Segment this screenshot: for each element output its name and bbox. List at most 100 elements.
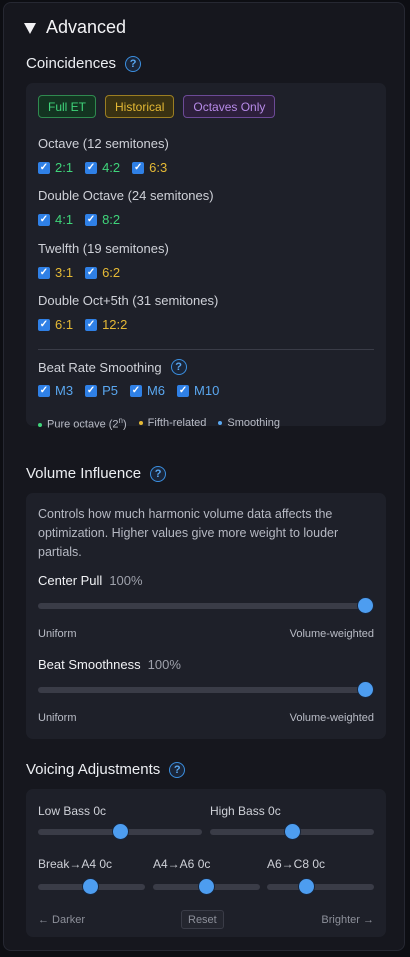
checkmark-icon: ✓	[38, 213, 50, 226]
a6-c8-name: A6→C8	[267, 857, 310, 871]
checkbox-8-2[interactable]: ✓ 8:2	[85, 212, 120, 227]
volume-title: Volume Influence	[26, 465, 142, 482]
break-a4-label: Break→A4 0c	[38, 857, 112, 871]
checkbox-label: 6:2	[102, 265, 121, 280]
checkbox-12-2[interactable]: ✓ 12:2	[85, 317, 127, 332]
beat-smoothness-slider-thumb[interactable]	[357, 681, 374, 698]
beat-rate-label: Beat Rate Smoothing	[38, 359, 162, 375]
checkbox-label: 4:2	[102, 160, 121, 175]
checkbox-6-3[interactable]: ✓ 6:3	[132, 160, 167, 175]
checkmark-icon: ✓	[132, 161, 145, 174]
voicing-card: Low Bass 0c High Bass 0c Break→A4 0c A4→…	[26, 789, 386, 937]
checkbox-label: M6	[146, 383, 166, 398]
darker-label: ← Darker	[38, 914, 86, 926]
checkmark-icon: ✓	[177, 384, 190, 397]
checkbox-m3[interactable]: ✓ M3	[38, 383, 73, 398]
checkbox-3-1[interactable]: ✓ 3:1	[38, 265, 73, 280]
checkbox-m6[interactable]: ✓ M6	[129, 383, 166, 398]
break-a4-name: Break→A4	[38, 857, 97, 871]
low-bass-label: Low Bass 0c	[38, 804, 106, 818]
preset-octaves-only-button[interactable]: Octaves Only	[183, 95, 276, 118]
checkmark-icon: ✓	[85, 213, 98, 226]
a6-c8-slider-thumb[interactable]	[298, 878, 315, 895]
checkbox-label: 8:2	[102, 212, 121, 227]
group-twelfth-checkboxes: ✓ 3:1 ✓ 6:2	[38, 265, 120, 280]
a4-a6-slider-thumb[interactable]	[198, 878, 215, 895]
center-pull-ends: Uniform Volume-weighted	[38, 628, 374, 640]
legend-pure-octave: Pure octave (2n)	[38, 416, 127, 431]
collapse-triangle-icon	[24, 22, 36, 34]
center-pull-slider-thumb[interactable]	[357, 597, 374, 614]
group-double-oct-fifth-label: Double Oct+5th (31 semitones)	[38, 293, 219, 308]
center-pull-slider-track[interactable]	[38, 603, 374, 609]
checkbox-label: 6:1	[55, 317, 74, 332]
legend: Pure octave (2n) Fifth-related Smoothing	[38, 416, 280, 431]
legend-pure-octave-text: Pure octave (2	[47, 418, 119, 431]
center-pull-name: Center Pull	[38, 573, 103, 588]
checkbox-m10[interactable]: ✓ M10	[177, 383, 219, 398]
beat-smoothness-name: Beat Smoothness	[38, 657, 141, 672]
a6-c8-label: A6→C8 0c	[267, 857, 325, 871]
a6-c8-slider-track[interactable]	[267, 884, 374, 890]
checkbox-6-2[interactable]: ✓ 6:2	[85, 265, 120, 280]
a4-a6-name: A4→A6	[153, 857, 195, 871]
a6-c8-value: 0c	[312, 857, 326, 871]
checkbox-6-1[interactable]: ✓ 6:1	[38, 317, 73, 332]
coincidences-heading: Coincidences ?	[26, 55, 142, 72]
advanced-panel: Advanced Coincidences ? Full ET Historic…	[3, 2, 405, 951]
checkbox-label: P5	[102, 383, 118, 398]
beat-rate-heading: Beat Rate Smoothing ?	[38, 359, 187, 375]
group-double-octave-label: Double Octave (24 semitones)	[38, 188, 214, 203]
beat-rate-help-icon[interactable]: ?	[170, 359, 187, 375]
legend-fifth-text: Fifth-related	[147, 417, 207, 430]
section-divider	[38, 349, 374, 350]
checkbox-label: 3:1	[55, 265, 74, 280]
checkmark-icon: ✓	[85, 161, 98, 174]
legend-smoothing: Smoothing	[218, 417, 280, 429]
volume-heading: Volume Influence ?	[26, 465, 167, 482]
center-pull-min-label: Uniform	[38, 628, 77, 640]
checkmark-icon: ✓	[85, 384, 98, 397]
high-bass-value: 0c	[268, 804, 281, 818]
beat-smoothness-value: 100%	[147, 657, 181, 672]
preset-historical-button[interactable]: Historical	[105, 95, 175, 118]
beat-smoothness-label: Beat Smoothness 100%	[38, 657, 181, 672]
checkbox-label: 12:2	[102, 317, 128, 332]
high-bass-name: High Bass	[210, 804, 265, 818]
volume-help-icon[interactable]: ?	[150, 465, 167, 482]
high-bass-label: High Bass 0c	[210, 804, 281, 818]
break-a4-slider-thumb[interactable]	[82, 878, 99, 895]
checkbox-2-1[interactable]: ✓ 2:1	[38, 160, 73, 175]
advanced-toggle[interactable]: Advanced	[24, 17, 126, 38]
reset-button[interactable]: Reset	[181, 910, 224, 929]
checkbox-p5[interactable]: ✓ P5	[85, 383, 118, 398]
checkmark-icon: ✓	[129, 384, 142, 397]
beat-rate-checkboxes: ✓ M3 ✓ P5 ✓ M6 ✓ M10	[38, 383, 219, 398]
checkbox-4-1[interactable]: ✓ 4:1	[38, 212, 73, 227]
beat-smoothness-ends: Uniform Volume-weighted	[38, 712, 374, 724]
center-pull-label: Center Pull 100%	[38, 573, 143, 588]
center-pull-max-label: Volume-weighted	[289, 628, 374, 640]
break-a4-value: 0c	[99, 857, 113, 871]
group-twelfth-label: Twelfth (19 semitones)	[38, 241, 169, 256]
beat-smoothness-slider-track[interactable]	[38, 687, 374, 693]
advanced-title: Advanced	[46, 17, 127, 37]
checkbox-label: 2:1	[55, 160, 74, 175]
checkmark-icon: ✓	[38, 384, 50, 397]
checkbox-4-2[interactable]: ✓ 4:2	[85, 160, 120, 175]
yellow-dot-icon	[138, 421, 143, 426]
legend-fifth-related: Fifth-related	[138, 417, 207, 430]
voicing-help-icon[interactable]: ?	[169, 761, 186, 778]
low-bass-name: Low Bass	[38, 804, 91, 818]
checkbox-label: M10	[194, 383, 220, 398]
low-bass-slider-thumb[interactable]	[112, 823, 129, 840]
preset-full-et-button[interactable]: Full ET	[38, 95, 97, 118]
low-bass-value: 0c	[93, 804, 107, 818]
group-double-oct-fifth-checkboxes: ✓ 6:1 ✓ 12:2	[38, 317, 127, 332]
beat-smoothness-max-label: Volume-weighted	[289, 712, 374, 724]
group-double-octave-checkboxes: ✓ 4:1 ✓ 8:2	[38, 212, 120, 227]
checkbox-label: 6:3	[149, 160, 168, 175]
coincidences-help-icon[interactable]: ?	[125, 55, 142, 72]
high-bass-slider-thumb[interactable]	[284, 823, 301, 840]
legend-smoothing-text: Smoothing	[227, 417, 280, 430]
